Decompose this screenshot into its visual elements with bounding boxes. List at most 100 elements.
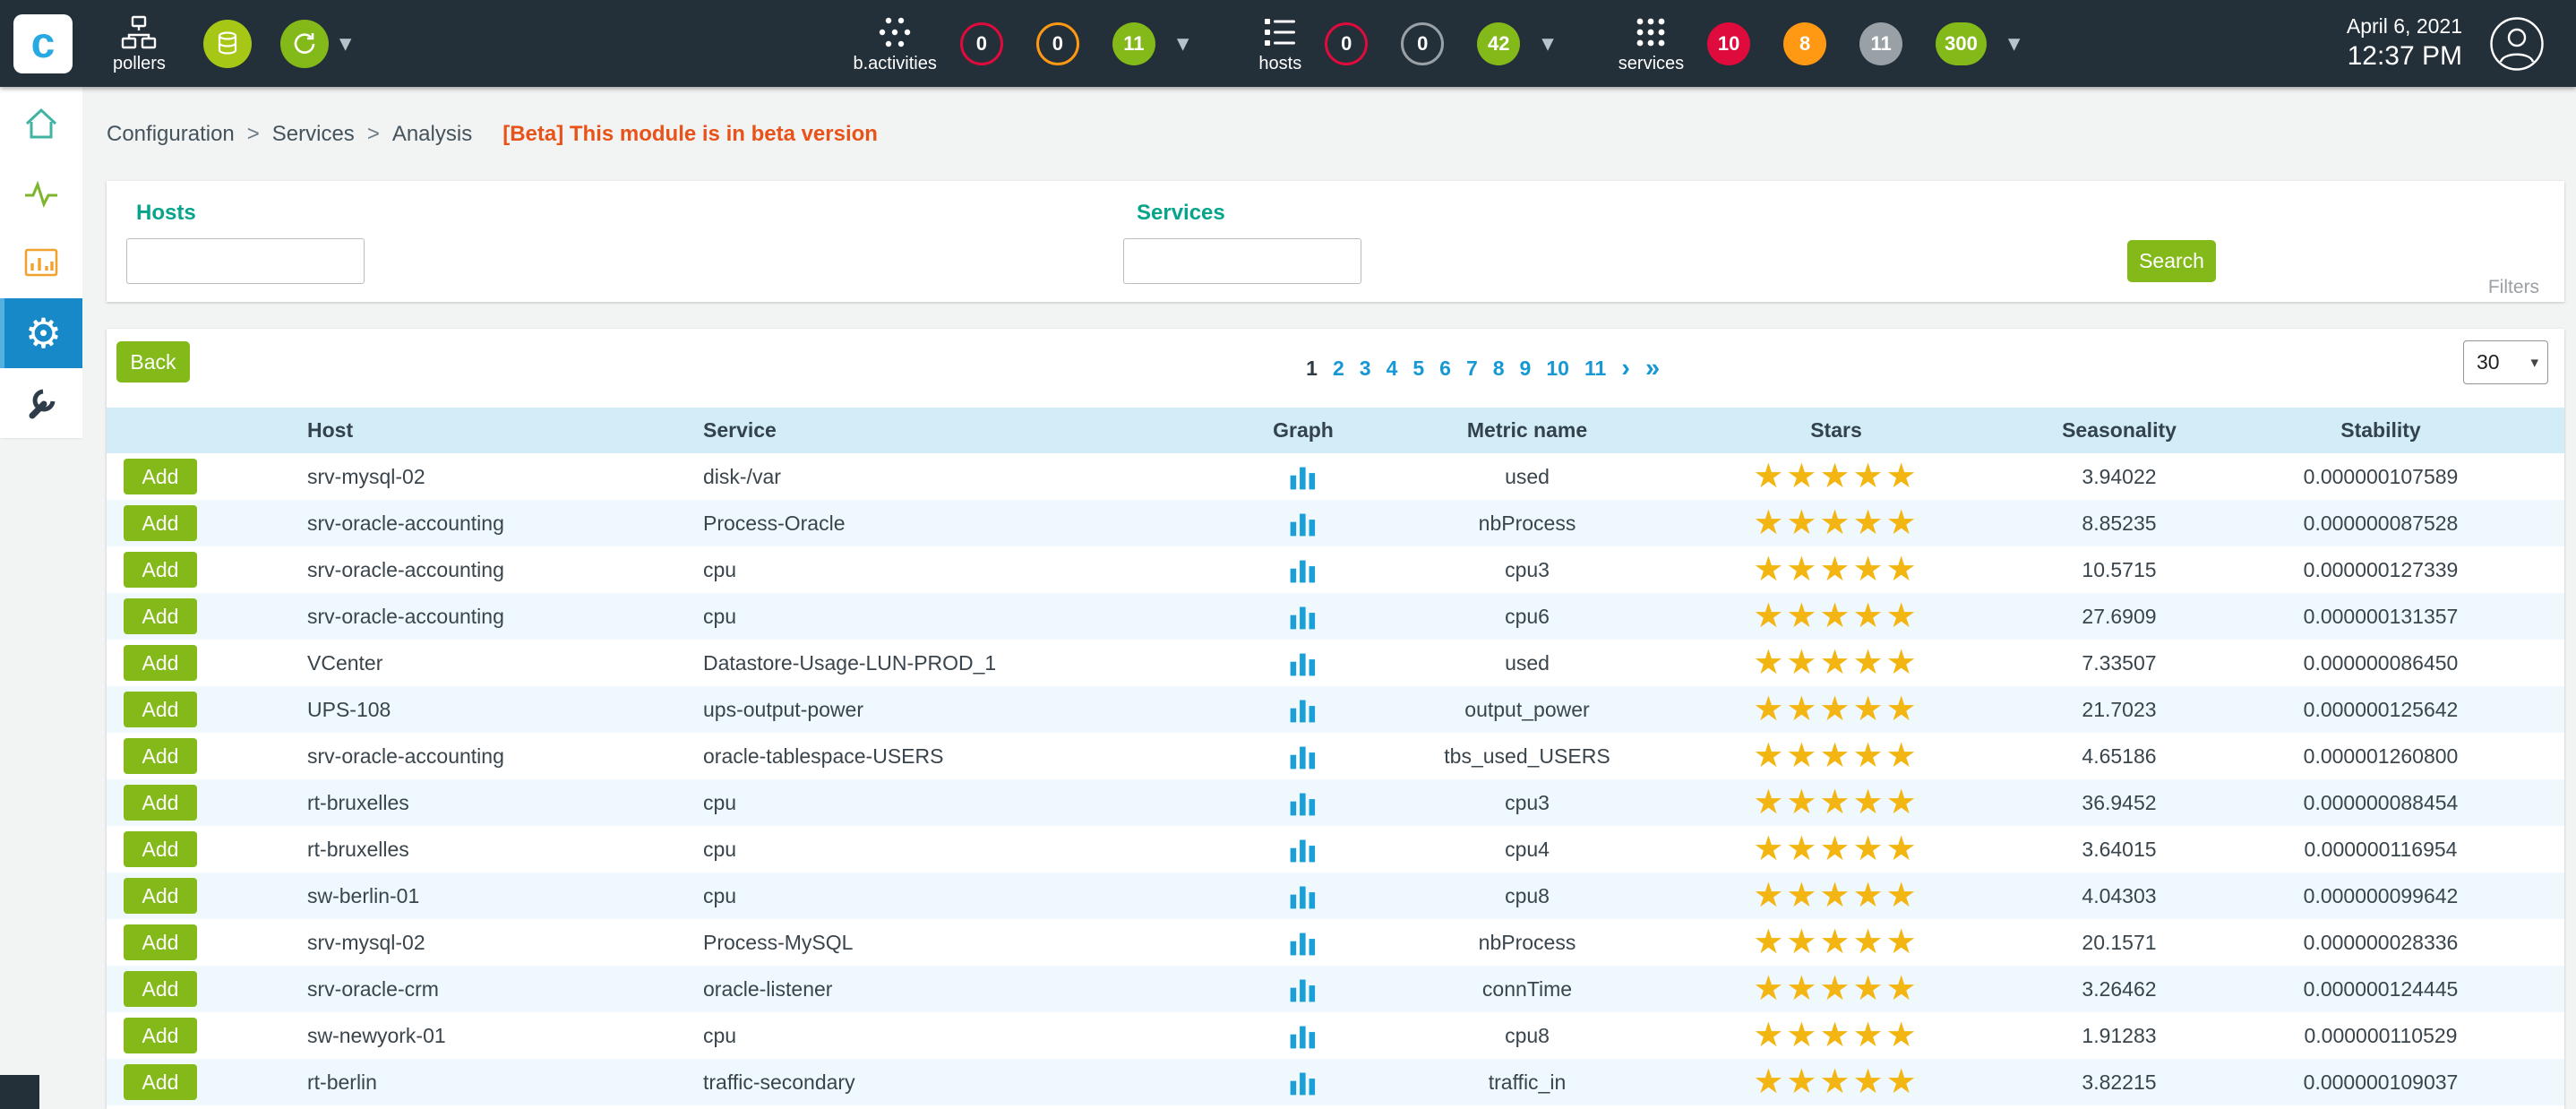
stars-rating: ★★★★★ — [1631, 779, 2041, 826]
graph-cell — [1183, 1059, 1423, 1105]
add-button[interactable]: Add — [124, 831, 197, 867]
add-button[interactable]: Add — [124, 738, 197, 774]
metric-cell: cpu4 — [1423, 826, 1631, 873]
add-button[interactable]: Add — [124, 552, 197, 588]
add-button[interactable]: Add — [124, 878, 197, 914]
status-counter-ring-red[interactable]: 0 — [1325, 22, 1368, 65]
user-menu[interactable] — [2489, 16, 2545, 72]
add-cell: Add — [107, 686, 290, 733]
graph-icon[interactable] — [1288, 1020, 1318, 1051]
add-button[interactable]: Add — [124, 785, 197, 821]
sidebar-item-reporting[interactable] — [0, 228, 82, 298]
status-counter-ring-red[interactable]: 0 — [960, 22, 1003, 65]
breadcrumb-separator: > — [247, 122, 260, 147]
graph-icon[interactable] — [1288, 834, 1318, 864]
services-menu[interactable]: services — [1619, 14, 1684, 73]
seasonality-cell: 3.64015 — [2041, 826, 2197, 873]
graph-icon[interactable] — [1288, 508, 1318, 538]
breadcrumb-analysis[interactable]: Analysis — [392, 122, 472, 147]
seasonality-cell: 27.6909 — [2041, 593, 2197, 640]
add-button[interactable]: Add — [124, 1018, 197, 1053]
services-filter-input[interactable] — [1123, 238, 1361, 284]
pagination-page-3[interactable]: 3 — [1360, 357, 1371, 381]
add-button[interactable]: Add — [124, 645, 197, 681]
page-size-select[interactable]: 30 ▾ — [2463, 340, 2548, 384]
stability-cell: 0.000000109037 — [2197, 1059, 2564, 1105]
stars-rating: ★★★★★ — [1631, 733, 2041, 779]
pagination-page-1[interactable]: 1 — [1306, 357, 1318, 381]
database-status-icon[interactable] — [203, 20, 252, 68]
stability-cell: 0.000001260800 — [2197, 733, 2564, 779]
chevron-down-icon[interactable]: ▾ — [2008, 31, 2021, 56]
status-counter-ring-grey[interactable]: 0 — [1401, 22, 1444, 65]
pagination-page-4[interactable]: 4 — [1387, 357, 1398, 381]
top-bar: c pollers ▾ — [0, 0, 2576, 87]
pagination-next[interactable]: › — [1621, 356, 1630, 382]
pagination-page-9[interactable]: 9 — [1520, 357, 1532, 381]
graph-icon[interactable] — [1288, 554, 1318, 585]
sidebar-item-administration[interactable] — [0, 368, 82, 438]
status-counter-fill-green[interactable]: 300 — [1936, 22, 1987, 65]
graph-cell — [1183, 453, 1423, 500]
hosts-menu[interactable]: hosts — [1258, 14, 1301, 73]
pagination-page-8[interactable]: 8 — [1493, 357, 1505, 381]
filters-toggle[interactable]: Filters — [2488, 277, 2539, 298]
add-button[interactable]: Add — [124, 459, 197, 494]
graph-icon[interactable] — [1288, 648, 1318, 678]
service-cell: Datastore-Usage-LUN-PROD_1 — [686, 640, 1183, 686]
pagination-page-2[interactable]: 2 — [1333, 357, 1344, 381]
sidebar-collapse-button[interactable] — [0, 1075, 39, 1109]
add-cell: Add — [107, 919, 290, 966]
graph-icon[interactable] — [1288, 601, 1318, 632]
chevron-down-icon[interactable]: ▾ — [339, 31, 352, 56]
back-button[interactable]: Back — [116, 341, 190, 383]
add-button[interactable]: Add — [124, 598, 197, 634]
column-header-seasonality: Seasonality — [2041, 408, 2197, 453]
chevron-down-icon[interactable]: ▾ — [1541, 31, 1554, 56]
graph-icon[interactable] — [1288, 694, 1318, 725]
centreon-logo[interactable]: c — [13, 14, 73, 73]
add-cell: Add — [107, 500, 290, 546]
host-cell: srv-oracle-crm — [290, 966, 686, 1012]
status-counter-fill-green[interactable]: 11 — [1112, 22, 1155, 65]
search-button[interactable]: Search — [2127, 240, 2216, 282]
status-counter-fill-red[interactable]: 10 — [1707, 22, 1750, 65]
status-counter-fill-green[interactable]: 42 — [1477, 22, 1520, 65]
graph-icon[interactable] — [1288, 1067, 1318, 1097]
sidebar-item-home[interactable] — [0, 89, 82, 159]
pollers-label: pollers — [113, 55, 166, 73]
business-activities-menu[interactable]: b.activities — [853, 14, 936, 73]
host-cell: srv-oracle-accounting — [290, 546, 686, 593]
graph-icon[interactable] — [1288, 974, 1318, 1004]
sidebar-item-configuration[interactable]: ⚙ — [0, 298, 82, 368]
pagination-page-10[interactable]: 10 — [1546, 357, 1569, 381]
pagination-page-5[interactable]: 5 — [1413, 357, 1424, 381]
table-row: Add srv-oracle-accounting Process-Oracle… — [107, 500, 2564, 546]
status-counter-fill-grey[interactable]: 11 — [1859, 22, 1902, 65]
add-button[interactable]: Add — [124, 924, 197, 960]
pagination-page-7[interactable]: 7 — [1466, 357, 1478, 381]
add-button[interactable]: Add — [124, 505, 197, 541]
chevron-down-icon[interactable]: ▾ — [1177, 31, 1189, 56]
pollers-menu[interactable]: pollers — [113, 14, 166, 73]
hosts-filter-input[interactable] — [126, 238, 365, 284]
breadcrumb-services[interactable]: Services — [272, 122, 355, 147]
pagination-last[interactable]: » — [1645, 356, 1660, 382]
pagination-page-11[interactable]: 11 — [1584, 357, 1606, 381]
graph-icon[interactable] — [1288, 927, 1318, 958]
pagination-page-6[interactable]: 6 — [1439, 357, 1451, 381]
add-button[interactable]: Add — [124, 971, 197, 1007]
graph-icon[interactable] — [1288, 461, 1318, 492]
status-counter-ring-orange[interactable]: 0 — [1036, 22, 1079, 65]
add-button[interactable]: Add — [124, 692, 197, 727]
graph-icon[interactable] — [1288, 787, 1318, 818]
graph-icon[interactable] — [1288, 741, 1318, 771]
seasonality-cell: 1.91283 — [2041, 1012, 2197, 1059]
status-counter-fill-orange[interactable]: 8 — [1783, 22, 1826, 65]
broker-status-icon[interactable] — [280, 20, 329, 68]
add-button[interactable]: Add — [124, 1064, 197, 1100]
graph-icon[interactable] — [1288, 881, 1318, 911]
sidebar-item-monitoring[interactable] — [0, 159, 82, 228]
stability-cell: 0.000000124445 — [2197, 966, 2564, 1012]
breadcrumb-configuration[interactable]: Configuration — [107, 122, 235, 147]
